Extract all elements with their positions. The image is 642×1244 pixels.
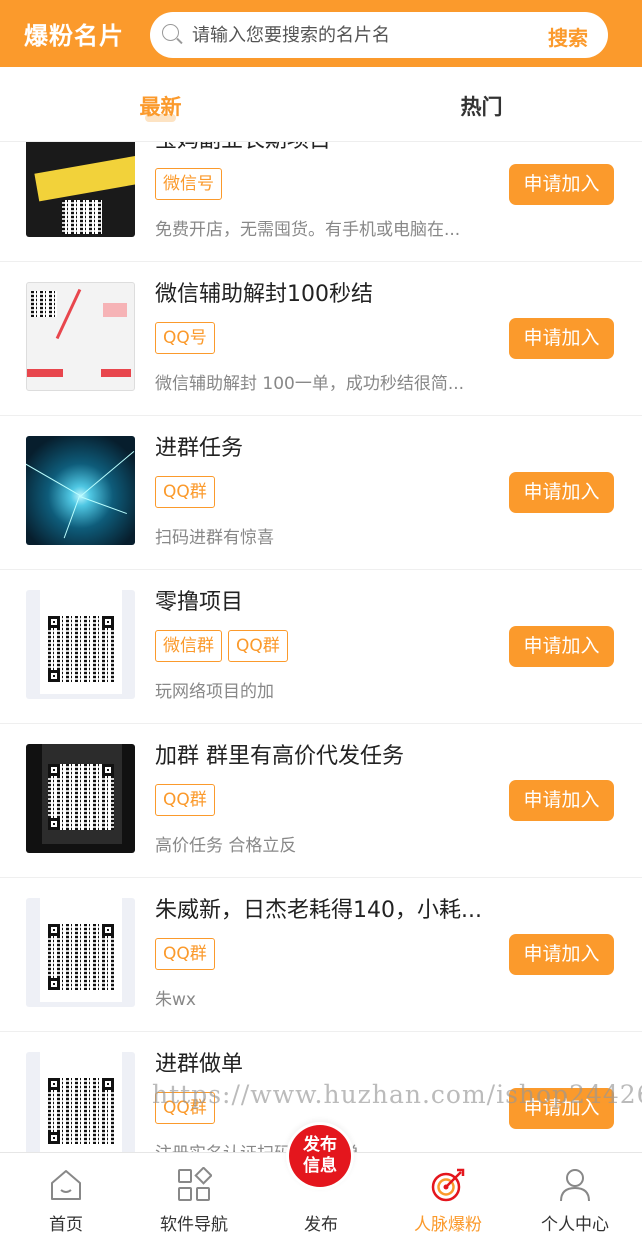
apply-join-button[interactable]: 申请加入	[509, 164, 614, 205]
item-desc: 高价任务 合格立反	[155, 836, 297, 856]
qr-code-icon	[26, 898, 135, 1007]
item-title: 加群 群里有高价代发任务	[155, 744, 404, 769]
nav-label: 软件导航	[160, 1215, 228, 1235]
tab-hot[interactable]: 热门	[321, 67, 642, 141]
watermark: https://www.huzhan.com/ishop24426	[152, 1080, 642, 1109]
nav-item-home[interactable]: 首页	[2, 1153, 130, 1244]
nav-item-profile[interactable]: 个人中心	[511, 1153, 639, 1244]
item-desc: 扫码进群有惊喜	[155, 528, 274, 548]
grid-icon	[178, 1167, 212, 1201]
item-tag: 微信号	[155, 168, 222, 200]
item-tags: QQ号	[155, 322, 215, 354]
card-list: 宝妈副业长期项目 微信号 免费开店，无需囤货。有手机或电脑在... 申请加入 微…	[0, 108, 642, 1186]
item-desc: 微信辅助解封 100一单，成功秒结很简...	[155, 374, 465, 394]
item-tag: QQ号	[155, 322, 215, 354]
item-tag: QQ群	[155, 784, 215, 816]
apply-join-button[interactable]: 申请加入	[509, 472, 614, 513]
tutorial-screenshot-icon	[26, 282, 135, 391]
item-desc: 朱wx	[155, 990, 196, 1010]
nav-label: 个人中心	[541, 1215, 609, 1235]
item-title: 进群任务	[155, 436, 244, 461]
item-tags: QQ群	[155, 784, 215, 816]
item-tag: QQ群	[228, 630, 288, 662]
nav-label: 发布	[304, 1215, 338, 1235]
item-title: 朱威新，日杰老耗得140，小耗...	[155, 898, 482, 923]
app-header: 爆粉名片 搜索	[0, 0, 642, 67]
promo-poster-icon	[26, 128, 135, 237]
item-title: 进群做单	[155, 1052, 244, 1077]
list-item[interactable]: 进群任务 QQ群 扫码进群有惊喜 申请加入	[0, 416, 642, 570]
nav-item-software[interactable]: 软件导航	[130, 1153, 258, 1244]
search-box[interactable]: 搜索	[150, 12, 608, 58]
item-tags: 微信号	[155, 168, 222, 200]
list-item[interactable]: 朱威新，日杰老耗得140，小耗... QQ群 朱wx 申请加入	[0, 878, 642, 1032]
publish-button[interactable]: 发布信息	[289, 1125, 351, 1187]
item-tags: QQ群	[155, 476, 215, 508]
item-desc: 玩网络项目的加	[155, 682, 274, 702]
item-title: 微信辅助解封100秒结	[155, 282, 373, 307]
search-icon	[162, 24, 184, 46]
apply-join-button[interactable]: 申请加入	[509, 318, 614, 359]
list-item[interactable]: 微信辅助解封100秒结 QQ号 微信辅助解封 100一单，成功秒结很简... 申…	[0, 262, 642, 416]
home-icon	[51, 1170, 81, 1200]
item-title: 零撸项目	[155, 590, 244, 615]
tab-latest[interactable]: 最新	[0, 67, 321, 141]
tab-label: 热门	[460, 95, 503, 119]
qr-code-icon	[26, 1052, 135, 1161]
item-tag: 微信群	[155, 630, 222, 662]
tab-bar: 最新 热门	[0, 67, 642, 142]
tab-label: 最新	[139, 95, 182, 119]
item-tag: QQ群	[155, 938, 215, 970]
nav-label: 人脉爆粉	[414, 1215, 482, 1235]
user-icon	[560, 1169, 590, 1202]
item-tag: QQ群	[155, 476, 215, 508]
list-item[interactable]: 零撸项目 微信群 QQ群 玩网络项目的加 申请加入	[0, 570, 642, 724]
list-item[interactable]: 加群 群里有高价代发任务 QQ群 高价任务 合格立反 申请加入	[0, 724, 642, 878]
qr-code-icon	[26, 590, 135, 699]
apply-join-button[interactable]: 申请加入	[509, 626, 614, 667]
nav-item-network[interactable]: 人脉爆粉	[384, 1153, 512, 1244]
item-tags: QQ群	[155, 938, 215, 970]
search-button[interactable]: 搜索	[548, 22, 588, 51]
apply-join-button[interactable]: 申请加入	[509, 934, 614, 975]
nav-label: 首页	[49, 1215, 83, 1235]
galaxy-image-icon	[26, 436, 135, 545]
apply-join-button[interactable]: 申请加入	[509, 780, 614, 821]
item-desc: 免费开店，无需囤货。有手机或电脑在...	[155, 220, 461, 240]
search-input[interactable]	[192, 24, 522, 46]
qr-code-icon	[26, 744, 135, 853]
item-tags: 微信群 QQ群	[155, 630, 288, 662]
brand-title: 爆粉名片	[24, 22, 124, 50]
target-icon	[431, 1168, 465, 1202]
